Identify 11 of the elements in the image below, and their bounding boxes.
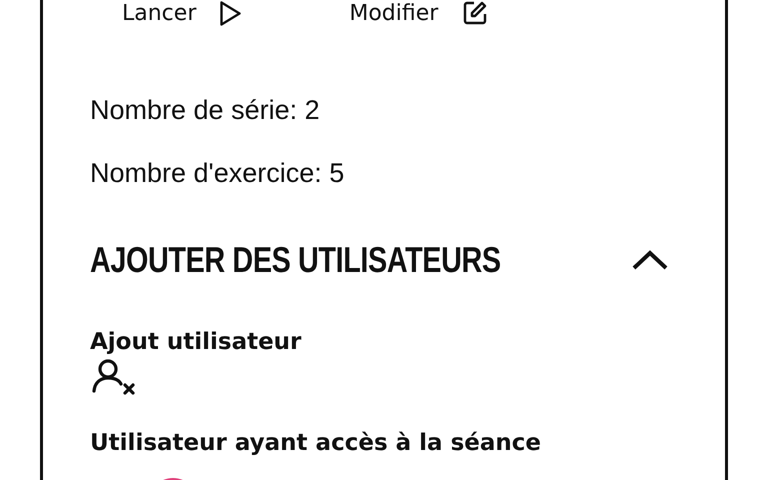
play-icon xyxy=(220,0,242,26)
edit-icon xyxy=(462,0,488,26)
chevron-up-icon[interactable] xyxy=(630,248,670,272)
launch-button[interactable]: Lancer xyxy=(122,0,242,26)
exercise-count: Nombre d'exercice: 5 xyxy=(90,157,346,190)
add-user-label: Ajout utilisateur xyxy=(90,328,302,357)
edit-button[interactable]: Modifier xyxy=(349,0,488,26)
section-title: AJOUTER DES UTILISATEURS xyxy=(90,239,501,281)
access-users-label: Utilisateur ayant accès à la séance xyxy=(90,429,542,458)
remove-user-icon[interactable] xyxy=(90,359,136,395)
series-count: Nombre de série: 2 xyxy=(90,94,321,127)
